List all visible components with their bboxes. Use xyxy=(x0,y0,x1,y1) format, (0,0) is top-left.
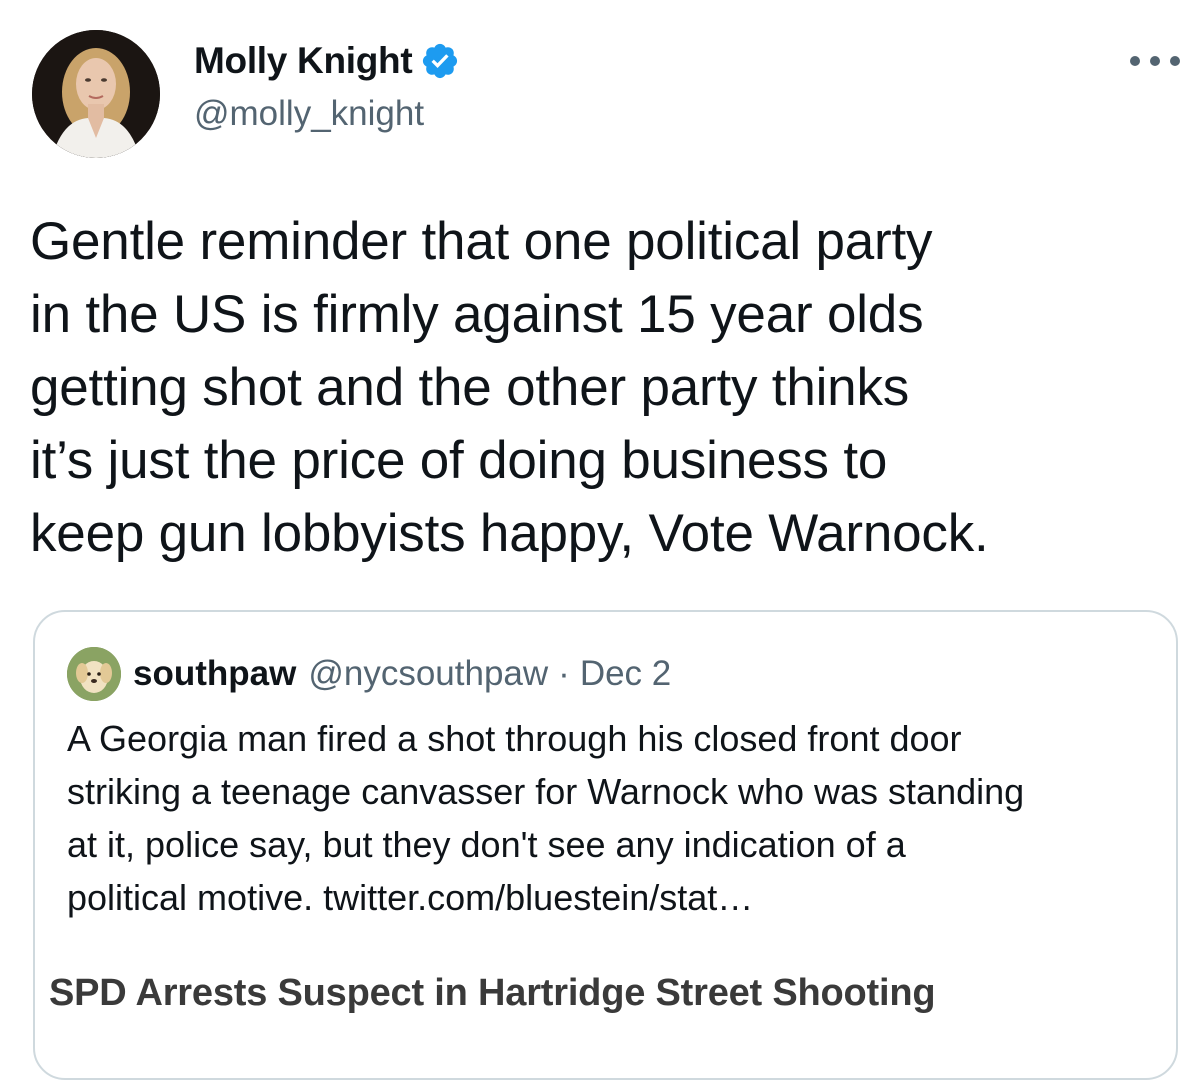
author-name-row: Molly Knight xyxy=(194,38,460,84)
quoted-author-avatar xyxy=(67,647,121,701)
header-separator: · xyxy=(558,654,570,693)
tweet-text: Gentle reminder that one political party… xyxy=(30,212,989,563)
tweet: Molly Knight @molly_knight Gentle remind… xyxy=(0,0,1200,1080)
author-handle[interactable]: @molly_knight xyxy=(194,94,424,134)
quoted-tweet-header: southpaw @nycsouthpaw · Dec 2 xyxy=(67,646,671,702)
article-preview-title[interactable]: SPD Arrests Suspect in Hartridge Street … xyxy=(49,972,936,1015)
author-avatar[interactable] xyxy=(32,30,160,158)
quoted-tweet-link[interactable]: twitter.com/bluestein/stat… xyxy=(323,877,753,918)
quoted-author-handle[interactable]: @nycsouthpaw xyxy=(308,654,548,694)
more-horizontal-icon-dot xyxy=(1150,56,1160,66)
quoted-tweet-date[interactable]: Dec 2 xyxy=(580,654,671,694)
more-horizontal-icon-dot xyxy=(1130,56,1140,66)
puppy-avatar-image xyxy=(67,647,121,701)
author-avatar-image xyxy=(32,30,160,158)
quoted-tweet-text: A Georgia man fired a shot through his c… xyxy=(67,712,1157,924)
more-horizontal-icon-dot xyxy=(1170,56,1180,66)
author-name[interactable]: Molly Knight xyxy=(194,40,413,82)
more-options-button[interactable] xyxy=(1130,46,1180,76)
verified-badge-icon xyxy=(420,41,460,81)
quoted-tweet-card[interactable]: southpaw @nycsouthpaw · Dec 2 A Georgia … xyxy=(33,610,1178,1080)
quoted-author-name[interactable]: southpaw xyxy=(133,654,296,694)
